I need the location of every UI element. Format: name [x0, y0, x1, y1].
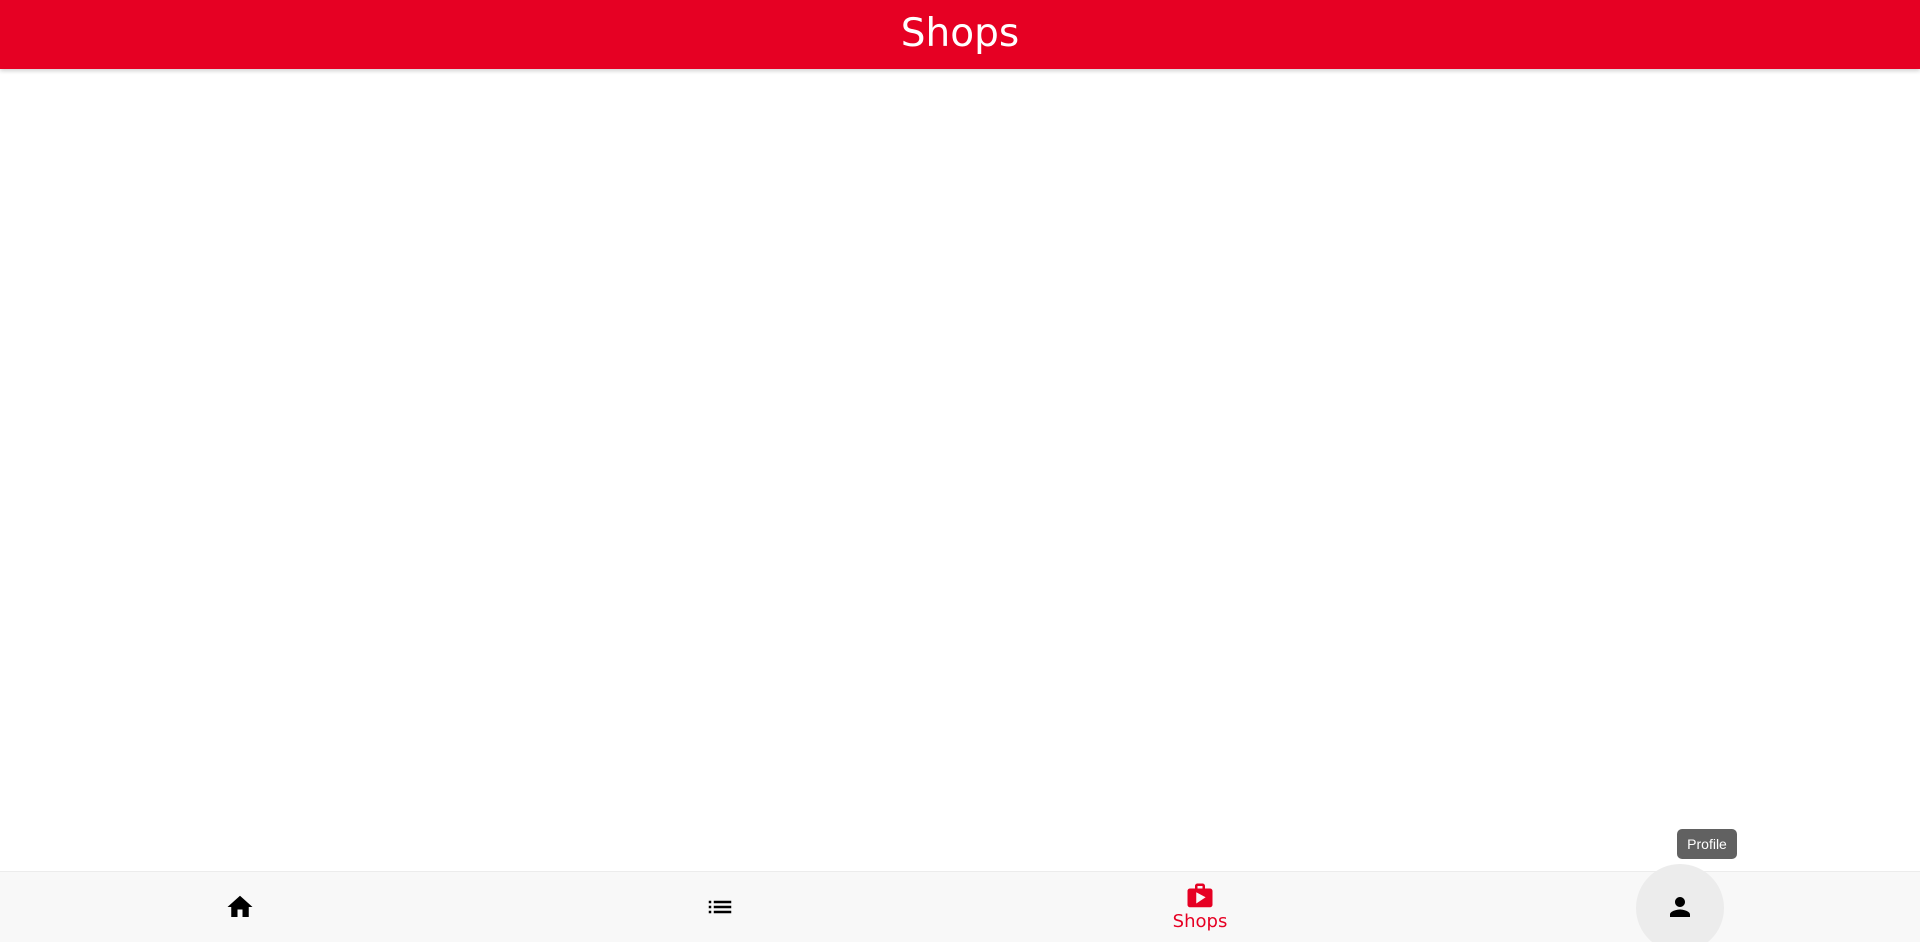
- nav-item-home[interactable]: [0, 872, 480, 942]
- nav-item-shops-label: Shops: [1172, 910, 1228, 932]
- app-screen: Shops Shops Profile: [0, 0, 1920, 942]
- app-bar: Shops: [0, 0, 1920, 69]
- home-icon: [227, 895, 253, 917]
- nav-item-shops[interactable]: Shops: [960, 872, 1440, 942]
- page-title: Shops: [900, 10, 1020, 56]
- bottom-navigation: Shops: [0, 864, 1920, 942]
- shopping-bag-icon: [1187, 883, 1213, 907]
- main-content: [0, 69, 1920, 871]
- list-icon: [708, 900, 732, 914]
- profile-tooltip: Profile: [1677, 829, 1737, 859]
- nav-item-list[interactable]: [480, 872, 960, 942]
- nav-item-profile[interactable]: [1440, 864, 1920, 942]
- person-icon: [1670, 897, 1690, 917]
